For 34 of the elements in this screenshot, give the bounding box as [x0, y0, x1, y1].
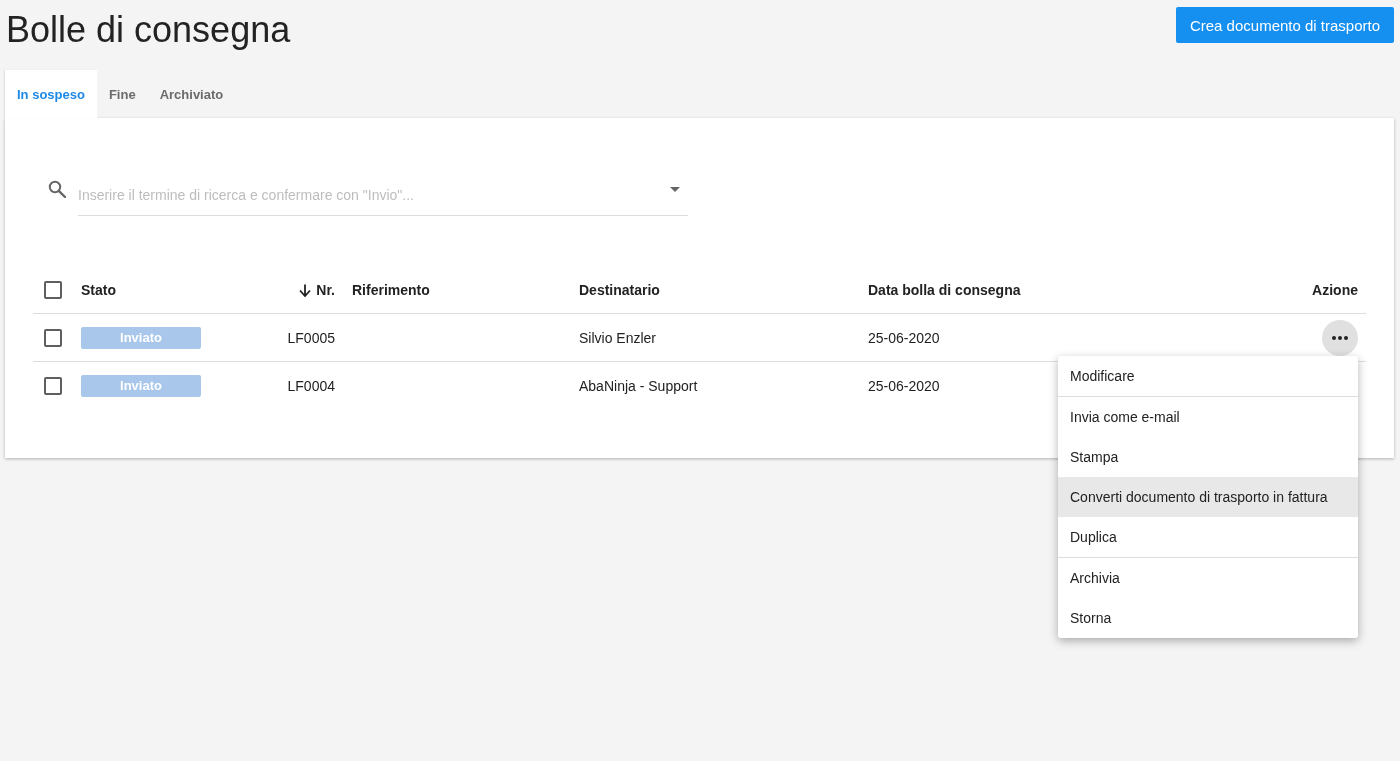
search-field[interactable]: Inserire il termine di ricerca e confermare con "Invio"... [78, 170, 688, 216]
table-cell: Silvio Enzler [579, 329, 657, 346]
tab[interactable]: Fine [96, 70, 148, 118]
tab[interactable]: Archiviato [147, 70, 236, 118]
sort-arrow-down-icon[interactable] [299, 283, 312, 297]
more-actions-button[interactable] [1322, 319, 1358, 356]
column-header[interactable]: Data bolla di consegna [868, 282, 1021, 298]
menu-item[interactable]: Storna [1058, 597, 1358, 638]
checkbox[interactable] [44, 281, 62, 299]
tab[interactable]: In sospeso [5, 70, 97, 118]
checkbox[interactable] [44, 376, 62, 395]
checkbox[interactable] [44, 328, 62, 347]
menu-item[interactable]: Stampa [1058, 436, 1358, 477]
column-header[interactable]: Destinatario [579, 282, 660, 298]
table-cell: LF0005 [287, 329, 335, 346]
column-header[interactable]: Riferimento [352, 282, 430, 298]
menu-item[interactable]: Archivia [1058, 557, 1358, 598]
menu-item[interactable]: Invia come e-mail [1058, 396, 1358, 437]
table-cell: LF0004 [287, 377, 335, 394]
page-title: Bolle di consegna [6, 8, 291, 52]
menu-item[interactable]: Duplica [1058, 516, 1358, 557]
column-header[interactable]: Stato [81, 282, 116, 298]
more-icon [1332, 335, 1348, 340]
table-cell: 25-06-2020 [868, 329, 940, 346]
menu-item[interactable]: Modificare [1058, 355, 1358, 396]
status-badge: Inviato [81, 326, 201, 349]
dropdown-caret-icon[interactable] [670, 187, 680, 192]
search-icon [48, 180, 66, 198]
column-header[interactable]: Nr. [316, 282, 335, 298]
table-cell: 25-06-2020 [868, 377, 940, 394]
status-badge: Inviato [81, 374, 201, 397]
table-cell: AbaNinja - Support [579, 377, 698, 394]
menu-item[interactable]: Converti documento di trasporto in fattura [1058, 476, 1358, 517]
column-header[interactable]: Azione [1312, 282, 1358, 298]
